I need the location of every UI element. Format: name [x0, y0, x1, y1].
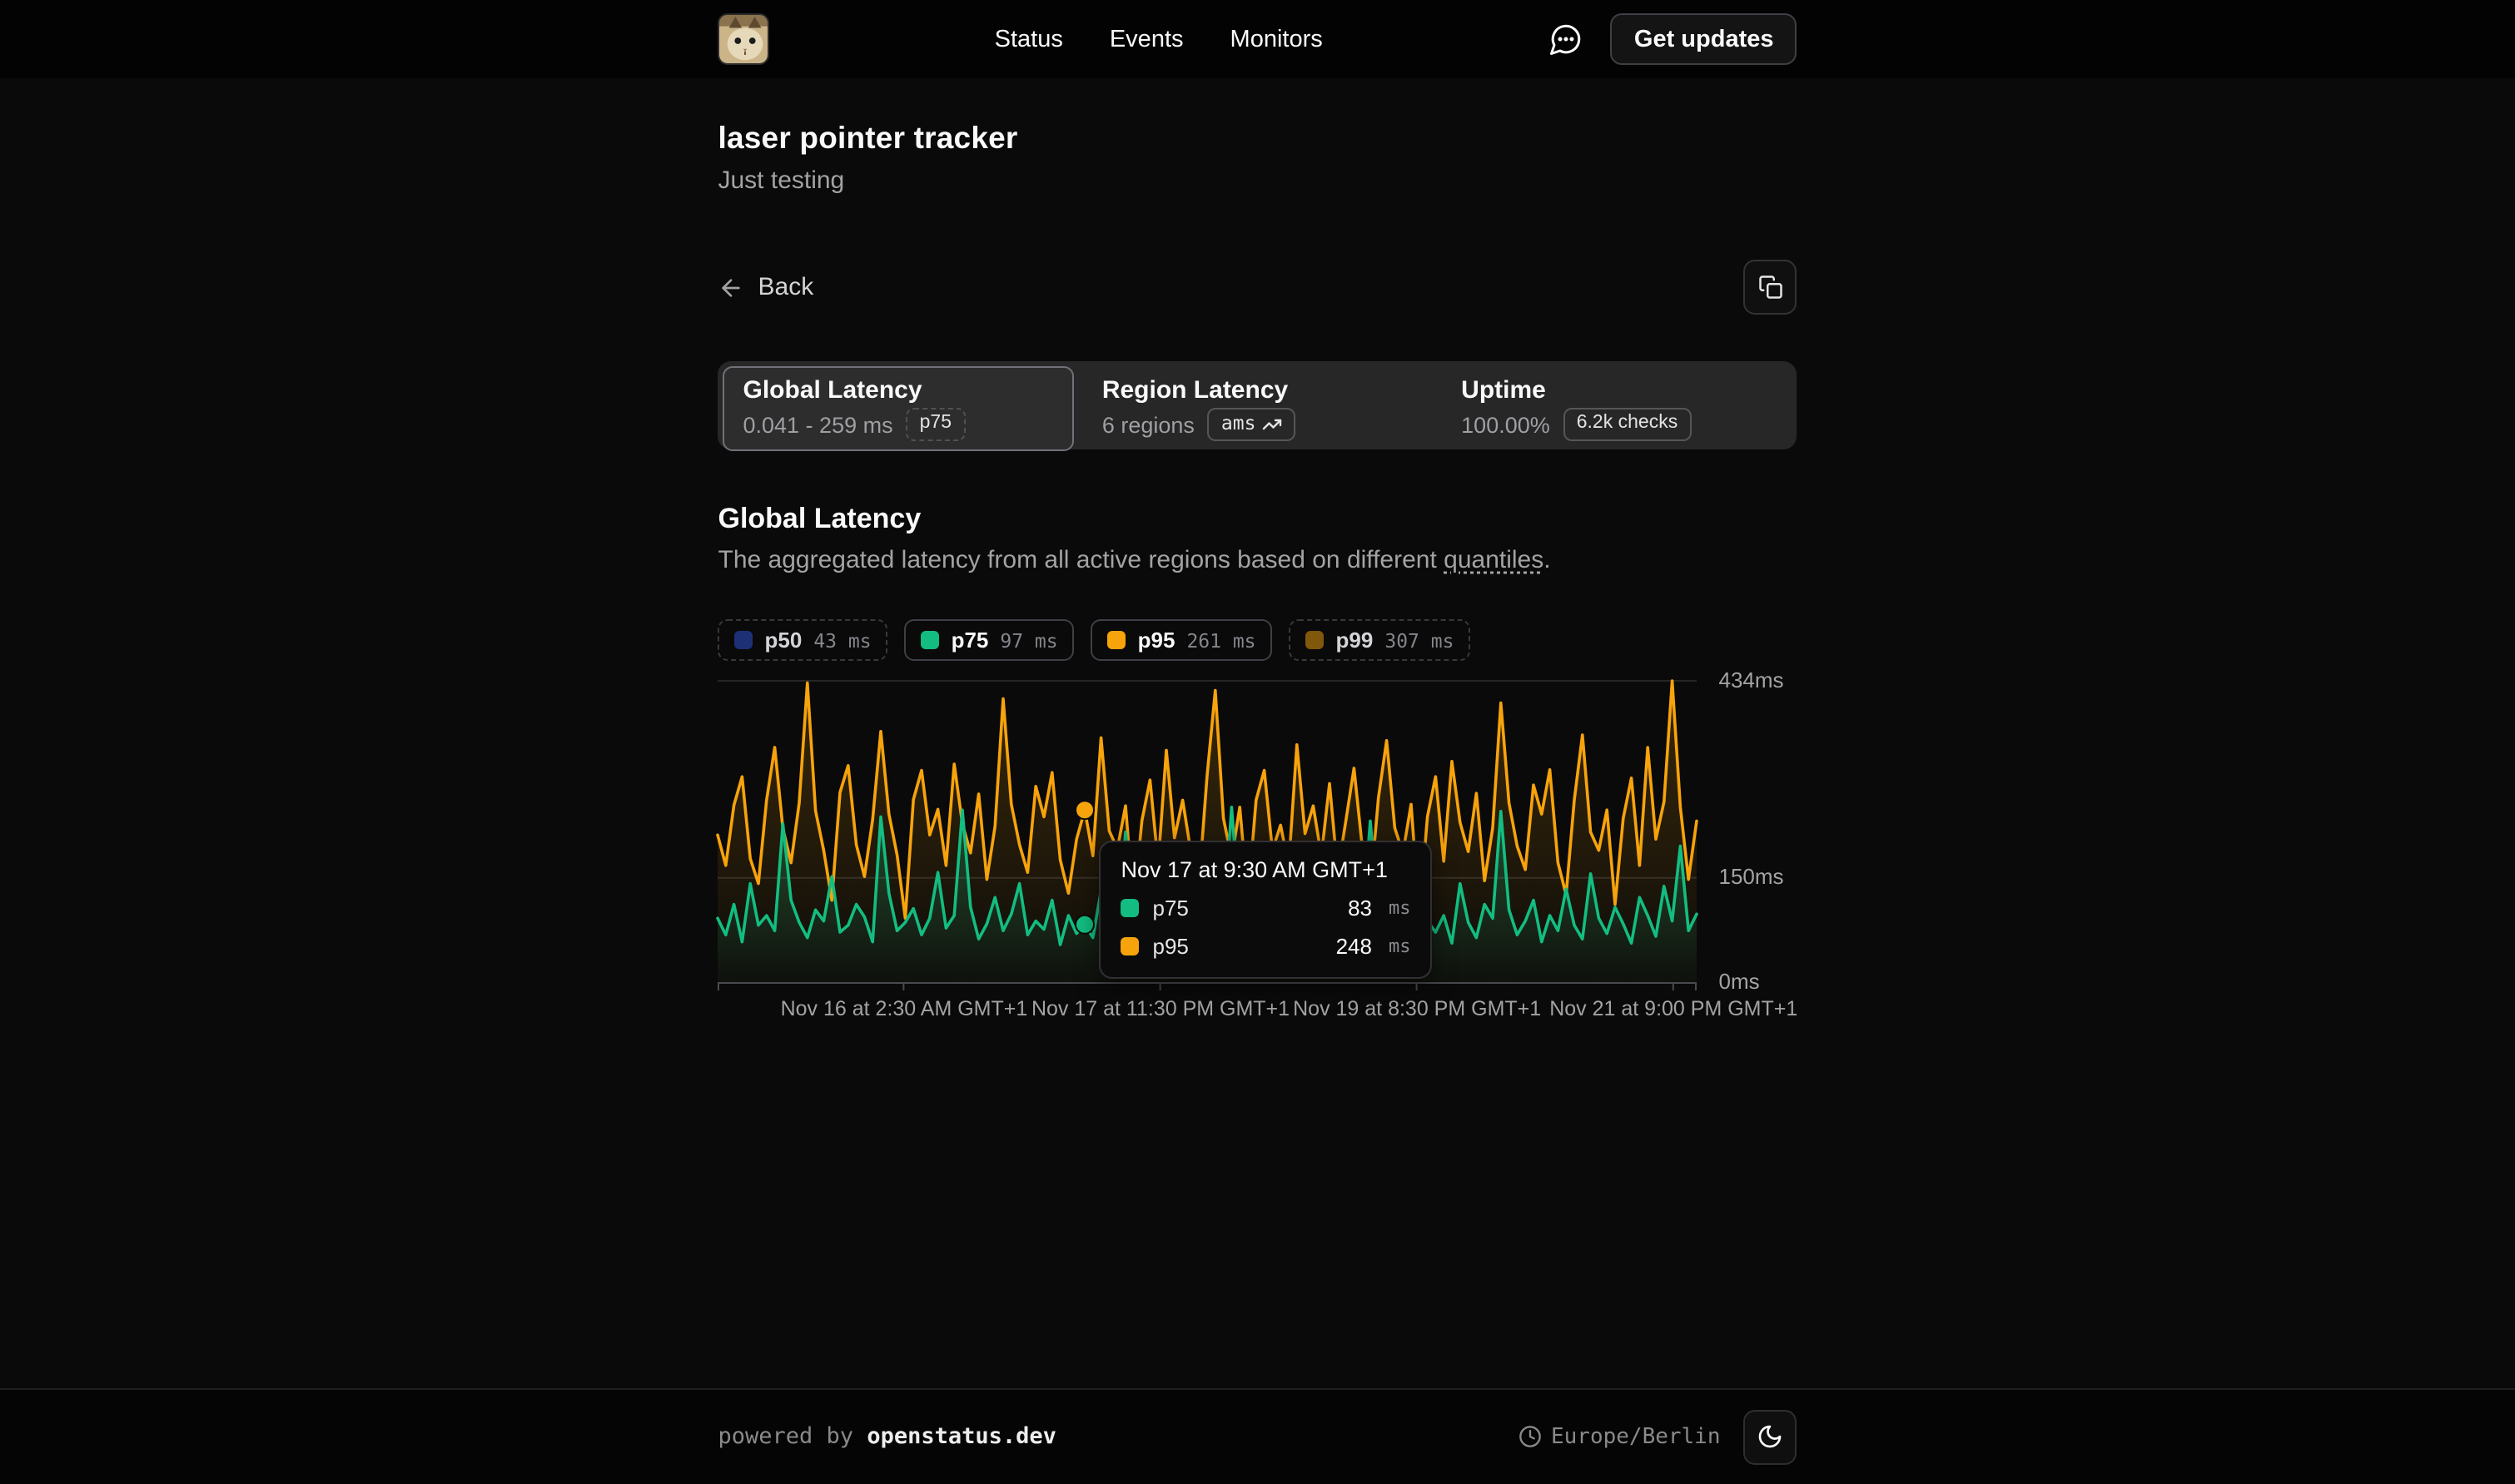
clock-icon [1518, 1425, 1541, 1448]
page-title: laser pointer tracker [718, 120, 1797, 156]
tooltip-p75-label: p75 [1153, 896, 1189, 921]
trending-up-icon [1262, 414, 1282, 434]
tooltip-p95-label: p95 [1153, 934, 1189, 959]
toolbar: Back [718, 260, 1797, 315]
latency-chart[interactable]: 434ms 150ms 0ms Nov 16 at 2:30 AM GMT+1 … [718, 674, 1797, 1032]
tooltip-p75-unit: ms [1389, 897, 1411, 919]
x-axis-tick-4: Nov 21 at 9:00 PM GMT+1 [1549, 997, 1797, 1020]
tab-title: Uptime [1461, 376, 1772, 405]
p50-swatch [735, 631, 753, 649]
p95-swatch [1108, 631, 1126, 649]
main-content: laser pointer tracker Just testing Back [0, 78, 2515, 1387]
metric-tabs: Global Latency 0.041 - 259 ms p75 Region… [718, 361, 1797, 449]
timezone-indicator: Europe/Berlin [1518, 1424, 1721, 1449]
powered-by: powered by openstatus.dev [718, 1423, 1056, 1450]
x-axis-tick-2: Nov 17 at 11:30 PM GMT+1 [1031, 997, 1290, 1020]
nav-link-status[interactable]: Status [995, 26, 1063, 52]
copy-icon [1758, 275, 1783, 300]
tooltip-row-p95: p95 248 ms [1121, 934, 1411, 959]
tooltip-p95-swatch [1121, 937, 1140, 955]
openstatus-brand-link[interactable]: openstatus.dev [867, 1423, 1056, 1450]
y-axis-tick-max: 434ms [1719, 668, 1784, 694]
p75-swatch [922, 631, 940, 649]
section-title: Global Latency [718, 503, 1797, 536]
tab-value: 0.041 - 259 ms [743, 412, 893, 437]
legend-chip-p50[interactable]: p50 43 ms [718, 619, 888, 661]
tooltip-row-p75: p75 83 ms [1121, 896, 1411, 921]
p75-value: 97 ms [1000, 628, 1057, 652]
page-header: laser pointer tracker Just testing [718, 120, 1797, 195]
legend-chip-p99[interactable]: p99 307 ms [1290, 619, 1471, 661]
x-axis-tick-3: Nov 19 at 8:30 PM GMT+1 [1293, 997, 1541, 1020]
site-logo[interactable] [718, 13, 770, 65]
x-axis-tick-1: Nov 16 at 2:30 AM GMT+1 [781, 997, 1028, 1020]
page-footer: powered by openstatus.dev Europe/Berlin [0, 1387, 2515, 1484]
get-updates-button[interactable]: Get updates [1611, 13, 1797, 65]
back-link[interactable]: Back [718, 273, 814, 301]
checks-badge: 6.2k checks [1563, 408, 1691, 441]
p95-value: 261 ms [1186, 628, 1255, 652]
message-bubble-icon [1548, 22, 1583, 57]
tab-region-latency[interactable]: Region Latency 6 regions ams [1082, 366, 1433, 451]
p95-label: p95 [1138, 628, 1175, 653]
chart-tooltip: Nov 17 at 9:30 AM GMT+1 p75 83 ms p95 24… [1100, 841, 1433, 979]
tab-uptime[interactable]: Uptime 100.00% 6.2k checks [1441, 366, 1792, 451]
tab-global-latency[interactable]: Global Latency 0.041 - 259 ms p75 [723, 366, 1074, 451]
tab-title: Region Latency [1102, 376, 1413, 405]
y-axis-tick-mid: 150ms [1719, 865, 1784, 891]
nav-right: Get updates [1548, 13, 1797, 65]
legend-chip-p75[interactable]: p75 97 ms [905, 619, 1075, 661]
p50-label: p50 [765, 628, 803, 653]
moon-icon [1757, 1423, 1784, 1450]
nav-links: Status Events Monitors [770, 26, 1548, 52]
p99-label: p99 [1336, 628, 1374, 653]
quantile-legend: p50 43 ms p75 97 ms p95 261 ms p99 307 m… [718, 619, 1797, 661]
cat-logo-image [720, 15, 770, 65]
p75-label: p75 [952, 628, 989, 653]
back-label: Back [758, 273, 814, 301]
p50-value: 43 ms [813, 628, 871, 652]
tooltip-p95-unit: ms [1389, 936, 1411, 957]
p99-swatch [1306, 631, 1325, 649]
nav-link-events[interactable]: Events [1110, 26, 1184, 52]
page-subtitle: Just testing [718, 166, 1797, 195]
nav-link-monitors[interactable]: Monitors [1230, 26, 1323, 52]
copy-link-button[interactable] [1744, 260, 1797, 315]
tooltip-p75-value: 83 [1348, 896, 1372, 921]
legend-chip-p95[interactable]: p95 261 ms [1091, 619, 1273, 661]
quantile-badge: p75 [907, 408, 965, 441]
tooltip-p95-value: 248 [1336, 934, 1372, 959]
tab-title: Global Latency [743, 376, 1054, 405]
region-badge: ams [1208, 408, 1296, 441]
timezone-label: Europe/Berlin [1551, 1424, 1721, 1449]
top-nav: Status Events Monitors Get updates [0, 0, 2515, 78]
p99-value: 307 ms [1384, 628, 1454, 652]
tooltip-timestamp: Nov 17 at 9:30 AM GMT+1 [1121, 857, 1411, 882]
quantiles-link[interactable]: quantiles [1444, 546, 1543, 574]
tab-value: 6 regions [1102, 412, 1195, 437]
theme-toggle-button[interactable] [1744, 1409, 1797, 1464]
feedback-chat-button[interactable] [1548, 21, 1584, 57]
tab-value: 100.00% [1461, 412, 1550, 437]
status-page: Status Events Monitors Get updates [0, 0, 2515, 1484]
y-axis-tick-zero: 0ms [1719, 969, 1760, 995]
arrow-left-icon [718, 274, 745, 300]
tooltip-p75-swatch [1121, 899, 1140, 917]
section-description: The aggregated latency from all active r… [718, 546, 1797, 574]
